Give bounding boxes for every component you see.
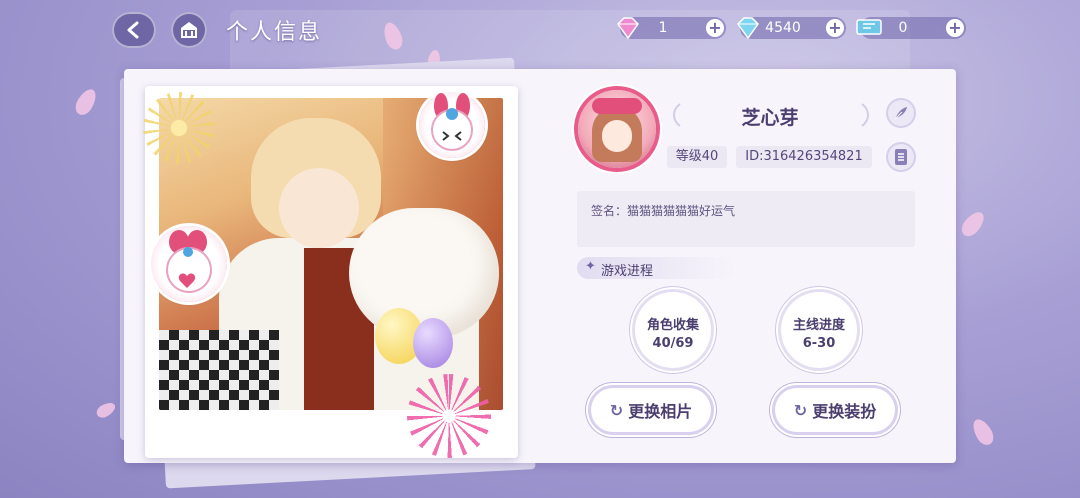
diamond-icon: [737, 17, 759, 40]
change-photo-button[interactable]: ↻ 更换相片: [591, 388, 711, 432]
main-story-progress-stat[interactable]: 主线进度 6-30: [781, 292, 857, 368]
home-button[interactable]: [171, 12, 207, 48]
back-arrow-icon: [127, 21, 139, 39]
game-progress-header: ✦ 游戏进程: [577, 257, 737, 279]
game-progress-title: 游戏进程: [601, 264, 654, 279]
character-collection-stat[interactable]: 角色收集 40/69: [635, 292, 711, 368]
top-bar: 个人信息 1 + 4540 + 0 +: [0, 8, 1080, 48]
change-outfit-label: 更换装扮: [812, 402, 877, 421]
resource-pink-gem: 1 +: [617, 17, 726, 40]
add-diamond-button[interactable]: +: [826, 19, 844, 37]
back-button[interactable]: [112, 12, 156, 48]
gold-firework-icon: [143, 92, 215, 164]
document-icon: [895, 149, 907, 165]
laurel-left-icon: [673, 103, 681, 127]
player-name: 芝心芽: [741, 107, 799, 129]
laurel-right-icon: [861, 103, 869, 127]
bunny-heart-sticker-icon: [151, 226, 227, 302]
stat-label: 主线进度: [792, 318, 845, 333]
signature-box[interactable]: 签名：猫猫猫猫猫猫好运气: [577, 191, 915, 247]
refresh-icon: ↻: [609, 400, 624, 420]
player-level: 等级40: [667, 146, 727, 168]
stat-value: 6-30: [802, 336, 836, 351]
resource-ticket: 0 +: [856, 17, 966, 39]
add-ticket-button[interactable]: +: [946, 19, 964, 37]
petal-decoration: [72, 85, 100, 119]
purple-balloon-icon: [413, 318, 453, 368]
edit-name-button[interactable]: [886, 98, 916, 128]
home-building-icon: [181, 22, 197, 38]
detail-button[interactable]: [886, 142, 916, 172]
petal-decoration: [957, 208, 989, 240]
signature-text: 签名：猫猫猫猫猫猫好运气: [591, 204, 736, 218]
pink-firework-icon: [407, 374, 491, 458]
refresh-icon: ↻: [793, 400, 808, 420]
petal-decoration: [969, 415, 997, 449]
stat-label: 角色收集: [646, 318, 699, 333]
change-photo-label: 更换相片: [628, 402, 693, 421]
page-title: 个人信息: [226, 20, 323, 45]
stat-value: 40/69: [652, 336, 694, 351]
player-avatar[interactable]: [578, 90, 656, 168]
change-outfit-button[interactable]: ↻ 更换装扮: [775, 388, 895, 432]
resource-diamond: 4540 +: [737, 17, 846, 40]
player-id: ID:316426354821: [736, 146, 872, 168]
sparkle-icon: ✦: [585, 259, 596, 274]
chessboard-image: [159, 330, 279, 410]
profile-photo-frame: [143, 86, 518, 458]
bunny-sticker-icon: [419, 92, 485, 158]
ticket-icon: [856, 19, 882, 35]
feather-icon: [894, 107, 907, 120]
pink-gem-icon: [617, 17, 639, 40]
add-pink-gem-button[interactable]: +: [706, 19, 724, 37]
petal-decoration: [94, 399, 118, 421]
